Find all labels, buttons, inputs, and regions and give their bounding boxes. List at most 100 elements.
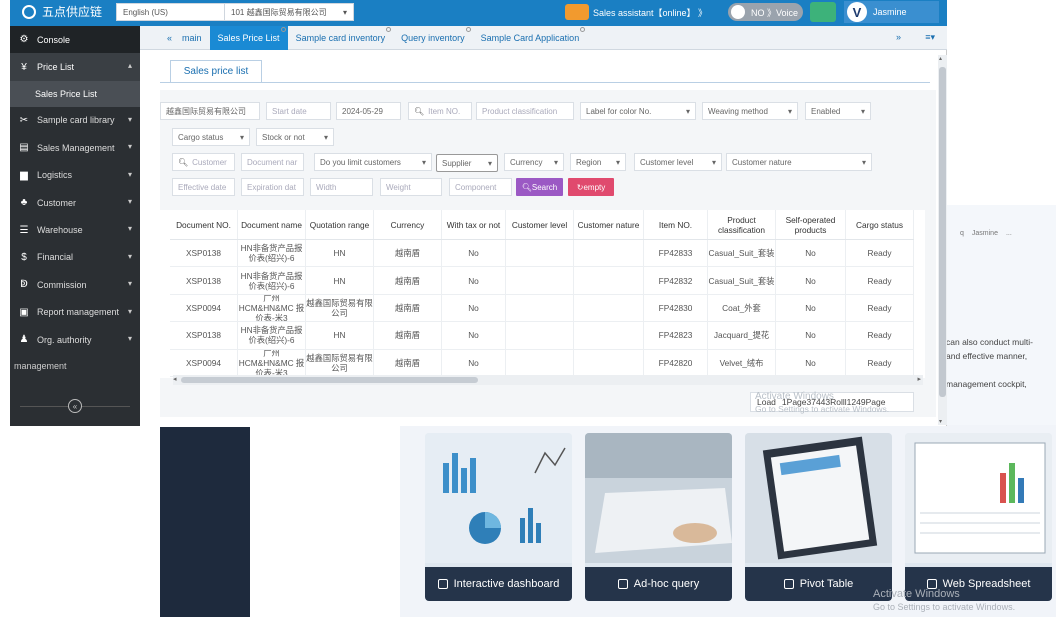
- company-select[interactable]: 101 越鑫国际贸易有限公司 ▾: [224, 3, 354, 21]
- currency-value: Currency: [510, 157, 543, 167]
- table-row[interactable]: XSP0138 HN非备货产品报价表(绍兴)-6 HN 越南盾 No FP42832 Cas…: [170, 267, 914, 295]
- company-filter[interactable]: 越鑫国际贸易有限公司: [160, 102, 260, 120]
- voice-label: NO 》Voice: [751, 7, 799, 18]
- company-filter-value: 越鑫国际贸易有限公司: [166, 106, 246, 116]
- tab-close-icon[interactable]: [280, 26, 286, 32]
- bg-more-icon: ...: [1005, 229, 1012, 237]
- double-chevron-right-icon[interactable]: »: [896, 32, 901, 42]
- customer-input[interactable]: 🔍︎ Customer: [172, 153, 235, 171]
- customer-level-select[interactable]: Customer level ▾: [634, 153, 722, 171]
- column-header[interactable]: Item NO.: [644, 210, 708, 239]
- sidebar-item-sample-card-library[interactable]: ✂ Sample card library ▾: [10, 107, 140, 134]
- table-cell: [506, 349, 574, 376]
- table-row[interactable]: XSP0094 广州HCM&HN&MC 报价表-米3 越鑫国际贸易有限公司 越南盾 No…: [170, 294, 914, 323]
- weight-input[interactable]: Weight: [380, 178, 442, 196]
- sidebar-item-financial[interactable]: $ Financial ▾: [10, 244, 140, 271]
- tab-menu-icon[interactable]: ≡▾: [925, 32, 935, 43]
- sidebar-item-warehouse[interactable]: ☰ Warehouse ▾: [10, 216, 140, 243]
- table-row[interactable]: XSP0094 广州HCM&HN&MC 报价表-米3 越鑫国际贸易有限公司 越南盾 No…: [170, 349, 914, 377]
- tab-sales-price-list[interactable]: Sales Price List: [209, 25, 288, 50]
- sidebar-item-price-list[interactable]: ¥ Price List ▴: [10, 53, 140, 81]
- activation-subtitle: Go to Settings to activate Windows.: [755, 404, 890, 414]
- sidebar-item-sales-management[interactable]: ▤ Sales Management ▾: [10, 134, 140, 161]
- scroll-thumb[interactable]: [181, 377, 478, 383]
- sidebar-item-customer[interactable]: ♣ Customer ▾: [10, 189, 140, 216]
- tab-sample-card-application[interactable]: Sample Card Application: [473, 26, 588, 50]
- sidebar-item-logistics[interactable]: ▆ Logistics ▾: [10, 162, 140, 189]
- item-no-input[interactable]: 🔍︎ Item NO.: [408, 102, 472, 120]
- enabled-select[interactable]: Enabled ▾: [805, 102, 871, 120]
- scroll-up-icon[interactable]: ▴: [939, 55, 942, 62]
- tab-query-inventory[interactable]: Query inventory: [393, 26, 473, 50]
- stock-select[interactable]: Stock or not ▾: [256, 128, 334, 146]
- tab-main[interactable]: « main: [140, 26, 210, 50]
- table-horizontal-scrollbar[interactable]: ◂ ▸: [173, 375, 923, 385]
- customer-level-value: Customer level: [640, 157, 694, 167]
- effective-date-placeholder: Effective date: [178, 182, 227, 192]
- sidebar-item-console[interactable]: ⚙ Console: [10, 26, 140, 54]
- column-header[interactable]: Quotation range: [306, 210, 374, 239]
- label-color-select[interactable]: Label for color No. ▾: [580, 102, 696, 120]
- sidebar-item-org-authority[interactable]: ♟ Org. authority ▾: [10, 326, 140, 353]
- voice-toggle[interactable]: NO 》Voice: [728, 3, 803, 21]
- document-name-placeholder: Document nar: [247, 157, 298, 167]
- table-cell: Jacquard_提花: [708, 322, 776, 349]
- table-cell: HN: [306, 267, 374, 294]
- column-header[interactable]: Document name: [238, 210, 306, 239]
- empty-button[interactable]: ↻ empty: [568, 178, 614, 196]
- query-icon: [617, 579, 628, 589]
- column-header[interactable]: Currency: [374, 210, 442, 239]
- document-name-input[interactable]: Document nar: [241, 153, 304, 171]
- scroll-down-icon[interactable]: ▾: [939, 418, 942, 425]
- search-button[interactable]: 🔍︎ Search: [516, 178, 563, 196]
- tab-close-icon[interactable]: [580, 26, 586, 32]
- background-dark-block: [160, 427, 250, 617]
- tab-close-icon[interactable]: [386, 26, 392, 32]
- effective-date-input[interactable]: Effective date: [172, 178, 235, 196]
- start-date-input[interactable]: Start date: [266, 102, 331, 120]
- supplier-select[interactable]: Supplier ▾: [436, 154, 498, 172]
- sidebar-item-report-management[interactable]: ▣ Report management ▾: [10, 299, 140, 326]
- brand-logo[interactable]: 五点供应链: [22, 3, 102, 20]
- column-header[interactable]: Cargo status: [846, 210, 914, 239]
- feature-card-dashboard[interactable]: Interactive dashboard: [425, 433, 572, 601]
- expiration-date-input[interactable]: Expiration dat: [241, 178, 304, 196]
- currency-select[interactable]: Currency ▾: [504, 153, 564, 171]
- scroll-left-icon[interactable]: ◂: [173, 375, 177, 383]
- sales-assistant-button[interactable]: Sales assistant【online】 》: [565, 2, 707, 22]
- mail-button[interactable]: [810, 2, 836, 22]
- column-header[interactable]: With tax or not: [442, 210, 506, 239]
- tab-sample-card-inventory[interactable]: Sample card inventory: [288, 26, 394, 50]
- user-menu[interactable]: V Jasmine: [844, 1, 939, 23]
- feature-card-pivot[interactable]: Pivot Table: [745, 433, 892, 601]
- feature-card-query[interactable]: Ad-hoc query: [585, 433, 732, 601]
- table-row[interactable]: XSP0138 HN非备货产品报价表(绍兴)-6 HN 越南盾 No FP42823 Jac…: [170, 322, 914, 350]
- weaving-method-select[interactable]: Weaving method ▾: [702, 102, 798, 120]
- table-cell: No: [442, 322, 506, 349]
- cargo-status-select[interactable]: Cargo status ▾: [172, 128, 250, 146]
- end-date-input[interactable]: 2024-05-29: [336, 102, 401, 120]
- sidebar-item-label: Financial: [37, 252, 74, 263]
- column-header[interactable]: Customer level: [506, 210, 574, 239]
- column-header[interactable]: Customer nature: [574, 210, 644, 239]
- product-classification-input[interactable]: Product classification: [476, 102, 574, 120]
- scroll-right-icon[interactable]: ▸: [917, 375, 921, 383]
- limit-customers-select[interactable]: Do you limit customers ▾: [314, 153, 432, 171]
- column-header[interactable]: Product classification: [708, 210, 776, 239]
- sidebar-subitem-sales-price-list[interactable]: Sales Price List: [10, 80, 140, 107]
- scroll-thumb[interactable]: [939, 67, 946, 397]
- subtab-sales-price-list[interactable]: Sales price list: [170, 60, 262, 82]
- vertical-scrollbar[interactable]: ▴ ▾: [938, 55, 947, 425]
- background-top-right: q Jasmine ...: [940, 222, 1056, 244]
- customer-nature-select[interactable]: Customer nature ▾: [726, 153, 872, 171]
- sidebar-item-commission[interactable]: ↁ Commission ▾: [10, 271, 140, 298]
- region-select[interactable]: Region ▾: [570, 153, 626, 171]
- sidebar-collapse-button[interactable]: «: [10, 396, 140, 416]
- column-header[interactable]: Document NO.: [170, 210, 238, 239]
- table-row[interactable]: XSP0138 HN非备货产品报价表(绍兴)-6 HN 越南盾 No FP42833 Cas…: [170, 240, 914, 268]
- tab-close-icon[interactable]: [465, 26, 471, 32]
- column-header[interactable]: Self-operated products: [776, 210, 846, 239]
- component-input[interactable]: Component: [449, 178, 512, 196]
- width-input[interactable]: Width: [310, 178, 373, 196]
- feature-card-spreadsheet[interactable]: Web Spreadsheet: [905, 433, 1052, 601]
